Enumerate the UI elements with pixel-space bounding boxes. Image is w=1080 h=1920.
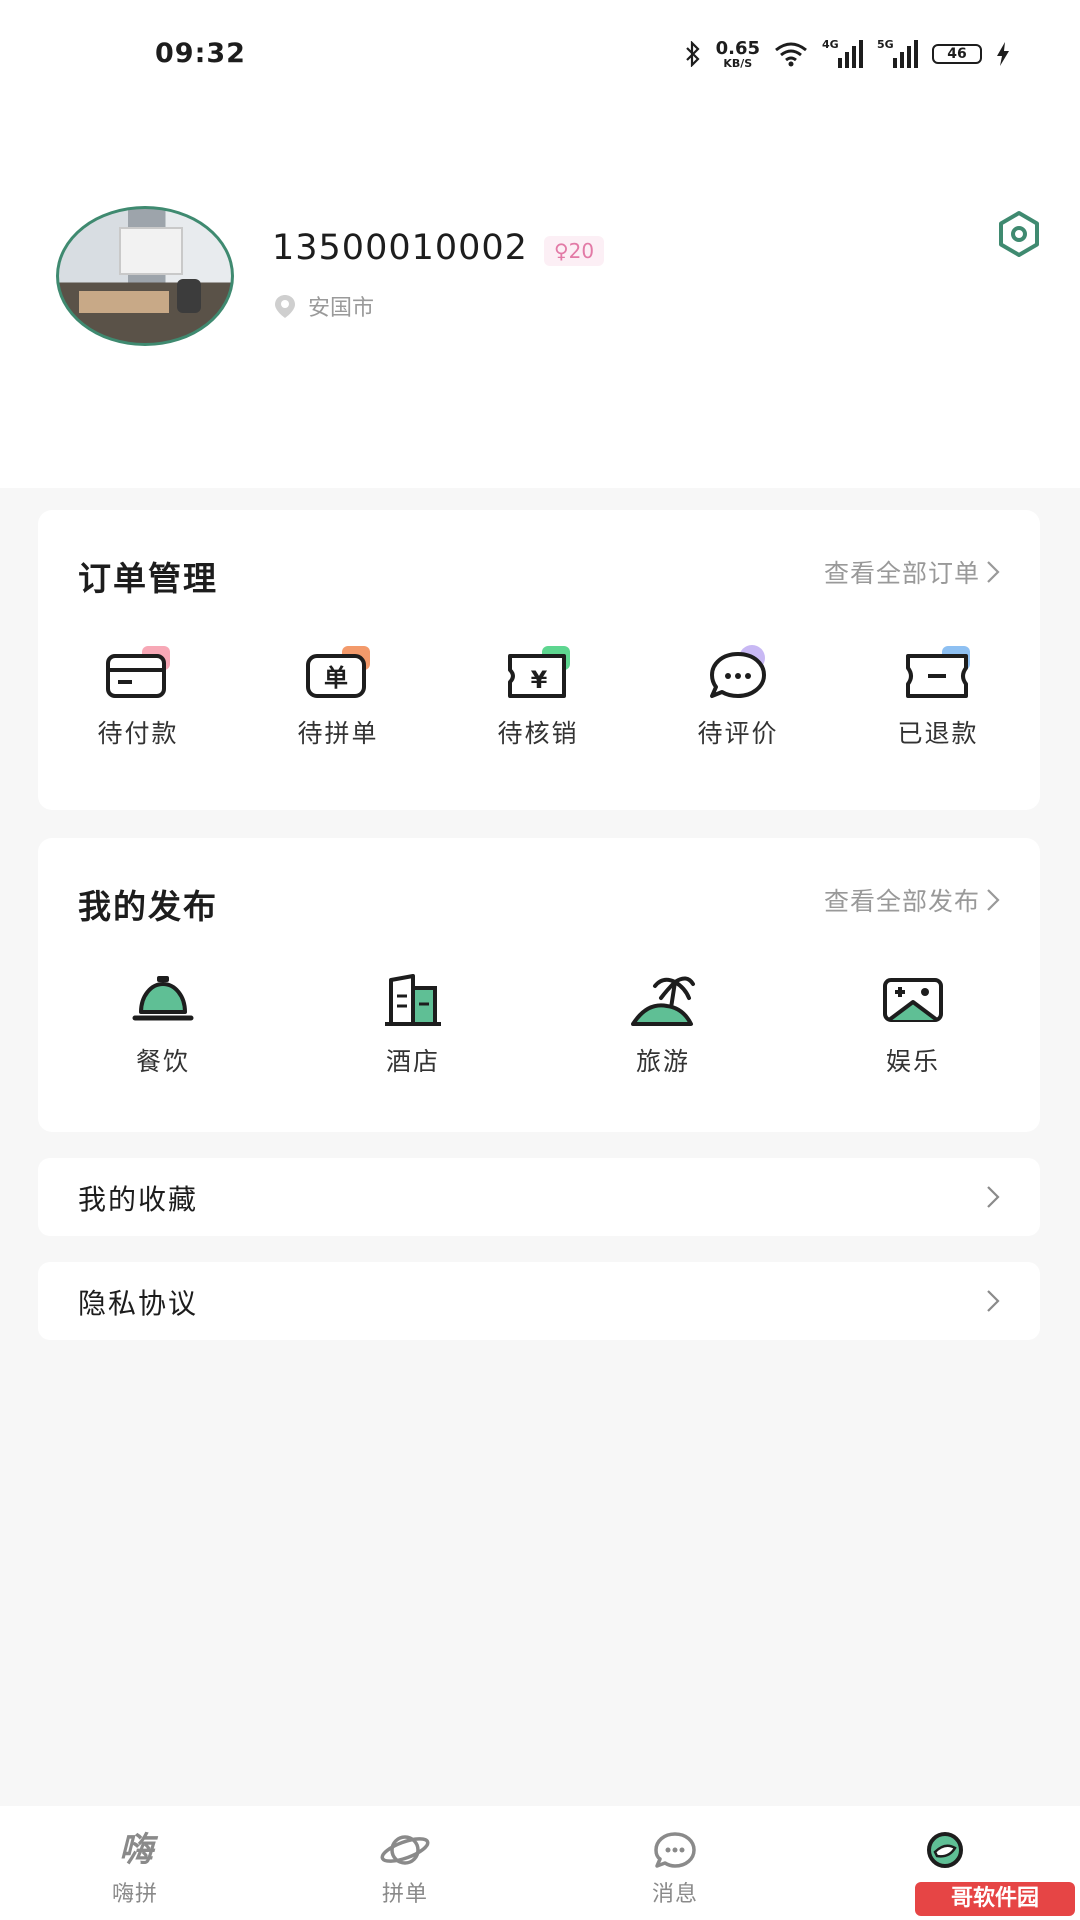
- publish-category-row: 餐饮 酒店 旅游 娱乐: [38, 972, 1040, 1078]
- card-icon: [106, 646, 170, 698]
- signal-5g-icon: 5G: [877, 38, 918, 68]
- svg-text:单: 单: [324, 664, 348, 692]
- order-pending-group[interactable]: 单 待拼单: [238, 644, 438, 750]
- planet-icon: [380, 1835, 430, 1865]
- order-card-title: 订单管理: [78, 559, 218, 598]
- publish-entertainment[interactable]: 娱乐: [788, 972, 1038, 1078]
- my-favorites-row[interactable]: 我的收藏: [38, 1158, 1040, 1236]
- publish-food[interactable]: 餐饮: [38, 972, 288, 1078]
- watermark-badge: 哥软件园: [915, 1882, 1075, 1916]
- tab-group-order[interactable]: 拼单: [270, 1806, 540, 1920]
- bluetooth-icon: [685, 41, 700, 67]
- ticket-icon: [906, 646, 970, 698]
- travel-icon: [631, 976, 695, 1026]
- chevron-right-icon: [987, 1290, 1000, 1312]
- status-time: 09:32: [155, 38, 246, 69]
- net-speed: 0.65 KB/S: [715, 37, 760, 70]
- chevron-right-icon: [987, 889, 1000, 911]
- order-pending-payment[interactable]: 待付款: [38, 644, 238, 750]
- food-bell-icon: [132, 976, 194, 1021]
- order-management-card: 订单管理 查看全部订单 待付款 单 待拼单 ¥ 待核销 待评价 已退款: [38, 510, 1040, 810]
- charging-icon: [997, 42, 1009, 66]
- gamepad-icon: [883, 978, 943, 1022]
- comment-icon: [710, 645, 766, 698]
- tab-home[interactable]: 嗨 嗨拼: [0, 1806, 270, 1920]
- svg-text:¥: ¥: [531, 666, 548, 694]
- order-refunded[interactable]: 已退款: [838, 644, 1038, 750]
- order-pending-review[interactable]: 待评价: [638, 644, 838, 750]
- view-all-orders-link[interactable]: 查看全部订单: [824, 554, 1000, 590]
- privacy-policy-row[interactable]: 隐私协议: [38, 1262, 1040, 1340]
- chevron-right-icon: [987, 561, 1000, 583]
- view-all-publish-link[interactable]: 查看全部发布: [824, 882, 1000, 918]
- message-icon: [654, 1832, 696, 1868]
- location-pin-icon: [275, 295, 295, 318]
- username: 13500010002: [272, 228, 528, 268]
- publish-travel[interactable]: 旅游: [538, 972, 788, 1078]
- settings-hex-icon[interactable]: [995, 210, 1043, 258]
- gender-age-badge: ♀20: [544, 236, 605, 266]
- signal-4g-icon: 4G: [822, 38, 863, 68]
- location-text: 安国市: [308, 296, 375, 321]
- brand-icon: 嗨: [119, 1830, 153, 1870]
- wifi-icon: [775, 42, 807, 67]
- order-pending-verification[interactable]: ¥ 待核销: [438, 644, 638, 750]
- hotel-icon: [385, 974, 441, 1026]
- location: 安国市: [272, 290, 374, 322]
- battery-icon: 46: [932, 44, 982, 64]
- publish-hotel[interactable]: 酒店: [288, 972, 538, 1078]
- tab-messages[interactable]: 消息: [540, 1806, 810, 1920]
- status-bar: 09:32 0.65 KB/S 4G 5G 46: [0, 0, 1080, 110]
- my-publish-card: 我的发布 查看全部发布 餐饮 酒店 旅游 娱乐: [38, 838, 1040, 1132]
- order-status-row: 待付款 单 待拼单 ¥ 待核销 待评价 已退款: [38, 644, 1040, 750]
- publish-card-title: 我的发布: [78, 887, 218, 926]
- voucher-icon: ¥: [508, 646, 570, 698]
- profile-icon: [927, 1832, 963, 1868]
- chevron-right-icon: [987, 1186, 1000, 1208]
- status-icons: 0.65 KB/S 4G 5G 46: [684, 36, 1010, 72]
- profile-header: 13500010002 ♀20 安国市: [0, 110, 1080, 488]
- group-order-icon: 单: [306, 646, 370, 698]
- avatar[interactable]: [56, 206, 234, 346]
